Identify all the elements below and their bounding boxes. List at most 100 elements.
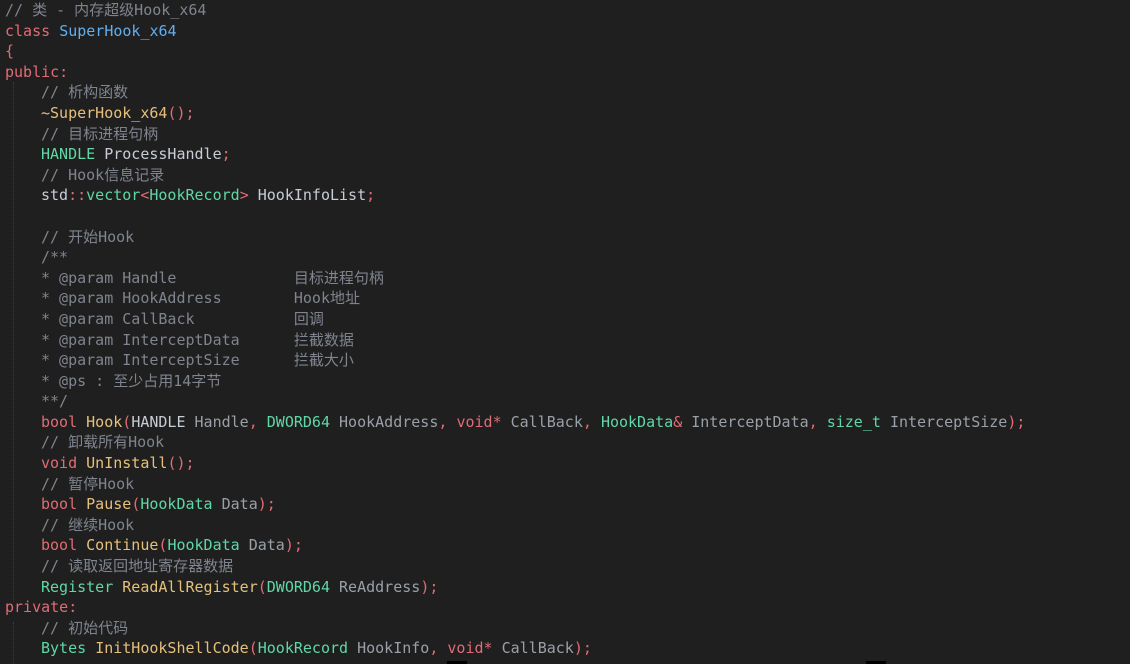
- code-token: );: [573, 639, 592, 658]
- code-line[interactable]: // 读取返回地址寄存器数据: [0, 556, 1130, 577]
- code-line[interactable]: // 暂停Hook: [0, 474, 1130, 495]
- code-token: HookAddress: [339, 412, 439, 431]
- code-token: HookInfoList: [257, 186, 367, 205]
- code-line[interactable]: void UnInstall();: [0, 453, 1130, 474]
- code-token: Data: [248, 536, 285, 555]
- code-line[interactable]: {: [0, 41, 1130, 62]
- code-line[interactable]: // 类 - 内存超级Hook_x64: [0, 0, 1130, 21]
- code-token: HookData: [167, 536, 249, 555]
- code-token: // 暂停Hook: [41, 474, 135, 493]
- code-line[interactable]: // 卸载所有Hook: [0, 432, 1130, 453]
- code-line[interactable]: Register ReadAllRegister(DWORD64 ReAddre…: [0, 577, 1130, 598]
- code-token: void: [41, 454, 87, 473]
- code-token: HookRecord: [257, 639, 358, 658]
- code-line[interactable]: private:: [0, 597, 1130, 618]
- code-line[interactable]: std::vector<HookRecord> HookInfoList;: [0, 185, 1130, 206]
- code-line[interactable]: * @param InterceptData 拦截数据: [0, 330, 1130, 351]
- code-line[interactable]: ~SuperHook_x64();: [0, 103, 1130, 124]
- code-token: HookData: [140, 495, 222, 514]
- code-token: **/: [41, 392, 69, 411]
- code-token: );: [420, 577, 439, 596]
- code-token: * @ps : 至少占用14字节: [41, 371, 222, 390]
- code-token: // 类 - 内存超级Hook_x64: [5, 1, 207, 19]
- code-token: Bytes: [41, 639, 96, 658]
- code-token: CallBack: [510, 412, 583, 431]
- code-token: vector: [86, 186, 141, 205]
- code-token: std: [41, 186, 69, 205]
- code-token: private:: [5, 598, 78, 617]
- code-token: // 初始代码: [41, 618, 129, 637]
- code-token: UnInstall: [86, 454, 168, 473]
- code-token: ,: [582, 412, 601, 431]
- code-token: HookData: [600, 412, 674, 431]
- code-token: ::: [68, 186, 87, 205]
- code-token: * @param CallBack 回调: [41, 309, 324, 328]
- code-token: CallBack: [501, 639, 574, 658]
- code-line[interactable]: bool Pause(HookData Data);: [0, 494, 1130, 515]
- code-token: public:: [5, 62, 69, 81]
- code-token: ;: [221, 145, 231, 164]
- code-token: Hook: [86, 412, 123, 431]
- code-token: );: [1007, 412, 1026, 431]
- code-line[interactable]: // 目标进程句柄: [0, 124, 1130, 145]
- code-token: DWORD64: [266, 412, 340, 431]
- code-token: );: [257, 495, 276, 514]
- code-token: HANDLE: [131, 412, 195, 431]
- code-token: ,: [248, 412, 267, 431]
- code-token: size_t: [826, 412, 890, 431]
- code-line[interactable]: * @param CallBack 回调: [0, 309, 1130, 330]
- code-area[interactable]: // 类 - 内存超级Hook_x64 class SuperHook_x64{p…: [0, 0, 1130, 659]
- code-token: DWORD64: [266, 577, 340, 596]
- code-line[interactable]: /**: [0, 247, 1130, 268]
- code-token: Register: [41, 577, 123, 596]
- code-token: * @param InterceptData 拦截数据: [41, 330, 354, 349]
- code-token: (: [122, 412, 132, 431]
- code-token: bool: [41, 536, 87, 555]
- code-token: (: [131, 495, 141, 514]
- code-token: Data: [221, 495, 258, 514]
- code-token: // 卸载所有Hook: [41, 433, 165, 452]
- code-token: HANDLE: [41, 145, 105, 164]
- code-line[interactable]: * @ps : 至少占用14字节: [0, 371, 1130, 392]
- code-line[interactable]: HANDLE ProcessHandle;: [0, 144, 1130, 165]
- code-line[interactable]: bool Hook(HANDLE Handle, DWORD64 HookAdd…: [0, 412, 1130, 433]
- code-token: // 读取返回地址寄存器数据: [41, 557, 234, 576]
- code-line[interactable]: Bytes InitHookShellCode(HookRecord HookI…: [0, 638, 1130, 659]
- code-token: // 析构函数: [41, 83, 129, 102]
- code-token: *: [483, 639, 502, 658]
- code-token: );: [284, 536, 303, 555]
- code-line[interactable]: // 继续Hook: [0, 515, 1130, 536]
- code-token: void: [447, 639, 484, 658]
- code-line[interactable]: // 初始代码: [0, 618, 1130, 639]
- code-editor[interactable]: // 类 - 内存超级Hook_x64 class SuperHook_x64{p…: [0, 0, 1130, 664]
- code-line[interactable]: **/: [0, 391, 1130, 412]
- code-token: /**: [41, 248, 69, 267]
- code-token: (: [248, 639, 258, 658]
- code-line[interactable]: // Hook信息记录: [0, 165, 1130, 186]
- code-line[interactable]: bool Continue(HookData Data);: [0, 535, 1130, 556]
- code-token: class: [5, 21, 60, 40]
- code-token: HookRecord: [149, 186, 240, 205]
- code-token: ;: [366, 186, 376, 205]
- code-token: InterceptSize: [889, 412, 1008, 431]
- code-token: (: [257, 577, 267, 596]
- code-line[interactable]: [0, 206, 1130, 227]
- code-token: >: [239, 186, 258, 205]
- code-token: InterceptData: [691, 412, 809, 431]
- code-token: ,: [438, 412, 457, 431]
- code-token: ProcessHandle: [104, 145, 222, 164]
- code-line[interactable]: public:: [0, 62, 1130, 83]
- code-token: HookInfo: [357, 639, 430, 658]
- code-token: ();: [167, 454, 195, 473]
- code-line[interactable]: // 析构函数: [0, 82, 1130, 103]
- code-token: bool: [41, 495, 87, 514]
- code-line[interactable]: * @param InterceptSize 拦截大小: [0, 350, 1130, 371]
- code-token: *: [492, 412, 511, 431]
- code-token: // 开始Hook: [41, 227, 135, 246]
- code-token: bool: [41, 412, 87, 431]
- code-token: Continue: [86, 536, 159, 555]
- code-line[interactable]: // 开始Hook: [0, 227, 1130, 248]
- code-line[interactable]: class SuperHook_x64: [0, 21, 1130, 42]
- code-line[interactable]: * @param Handle 目标进程句柄: [0, 268, 1130, 289]
- code-line[interactable]: * @param HookAddress Hook地址: [0, 288, 1130, 309]
